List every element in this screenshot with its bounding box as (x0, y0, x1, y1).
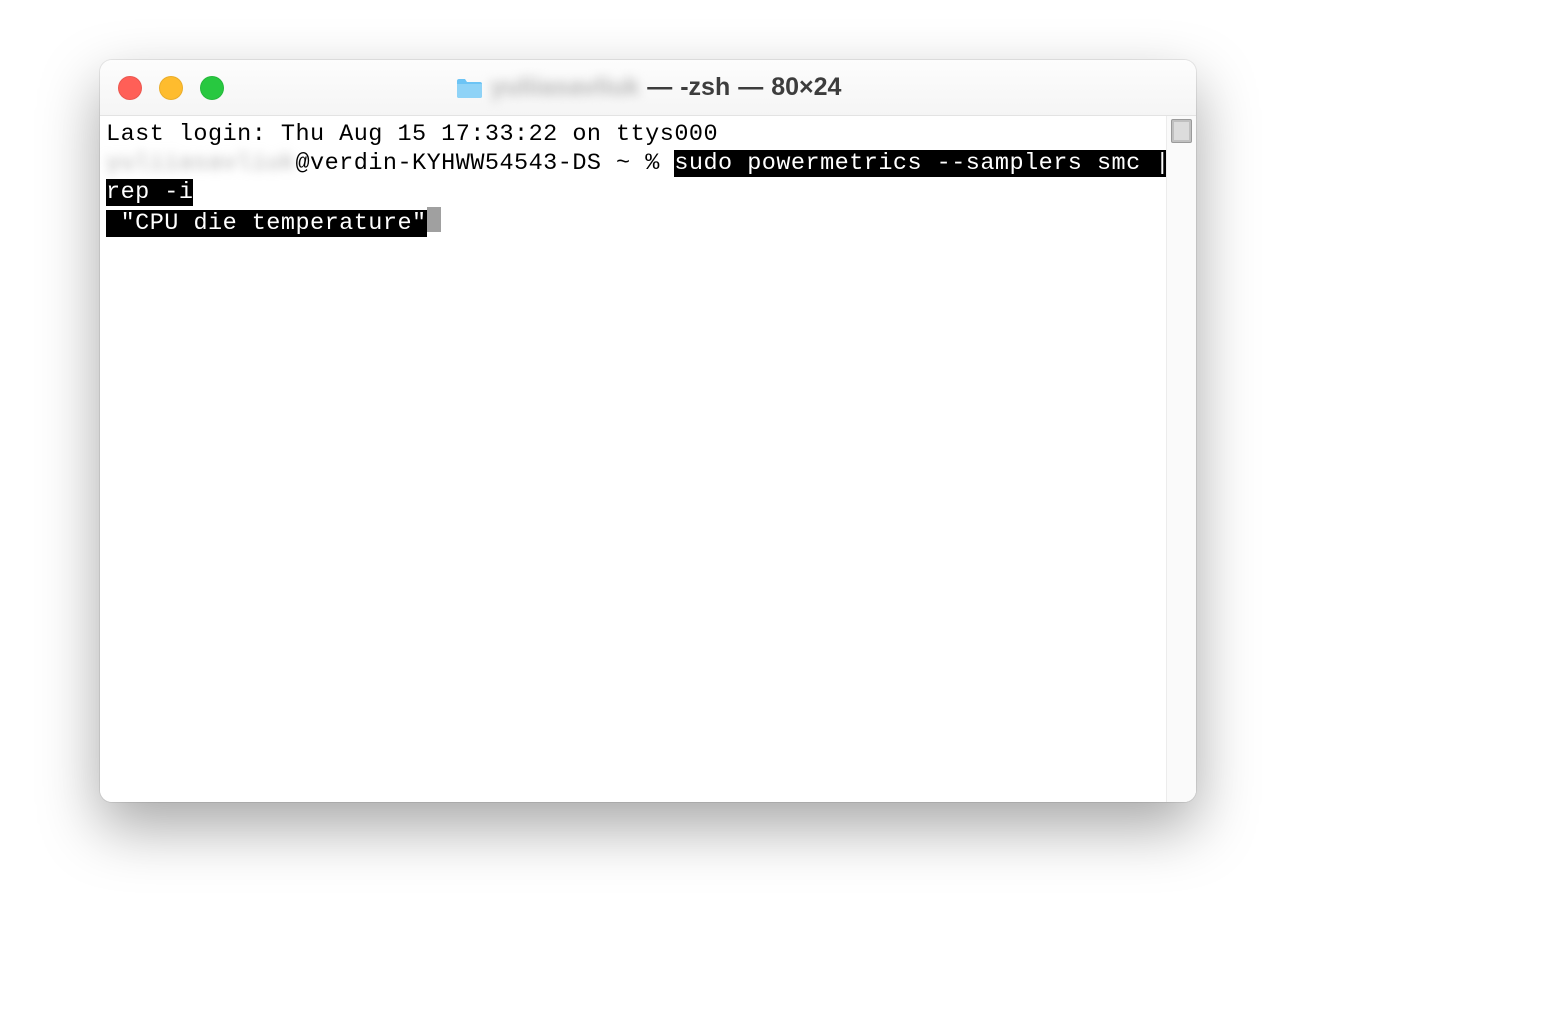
title-shell: -zsh (680, 73, 730, 102)
prompt-username: yuliiasavliuk (106, 150, 295, 177)
cursor (427, 207, 441, 232)
window-titlebar[interactable]: yuliiasavliuk — -zsh — 80×24 (100, 60, 1196, 116)
title-separator: — (738, 73, 763, 102)
close-button[interactable] (118, 76, 142, 100)
title-dimensions: 80×24 (771, 73, 841, 102)
terminal-content[interactable]: Last login: Thu Aug 15 17:33:22 on ttys0… (100, 116, 1196, 802)
folder-icon (455, 77, 483, 99)
command-highlighted-2: "CPU die temperature" (106, 210, 427, 237)
scrollbar-thumb[interactable] (1171, 119, 1192, 143)
title-separator: — (647, 73, 672, 102)
maximize-button[interactable] (200, 76, 224, 100)
last-login-line: Last login: Thu Aug 15 17:33:22 on ttys0… (106, 120, 1190, 149)
prompt-host: @verdin-KYHWW54543-DS ~ % (295, 150, 674, 177)
window-title: yuliiasavliuk — -zsh — 80×24 (455, 73, 842, 102)
terminal-window: yuliiasavliuk — -zsh — 80×24 Last login:… (100, 60, 1196, 802)
traffic-lights (118, 76, 224, 100)
vertical-scrollbar[interactable] (1166, 116, 1196, 802)
minimize-button[interactable] (159, 76, 183, 100)
title-username: yuliiasavliuk (491, 73, 640, 102)
